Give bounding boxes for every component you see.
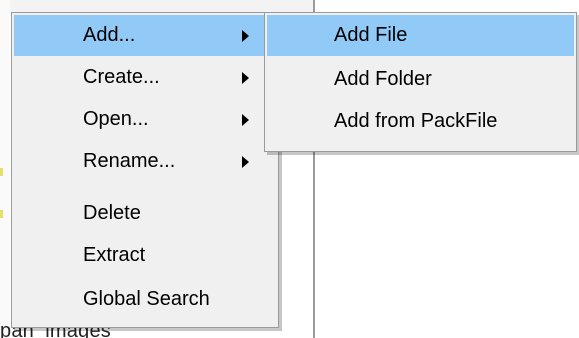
submenu-arrow-icon [242,29,249,42]
submenu-arrow-icon [242,155,249,168]
submenu-item-add-from-packfile[interactable]: Add from PackFile [267,101,574,142]
submenu-item-add-folder[interactable]: Add Folder [267,59,574,100]
submenu-item-add-file[interactable]: Add File [267,15,574,56]
screen: pan_images Add... Create... Open... Rena… [0,0,579,338]
menu-item-label: Rename... [83,150,176,172]
submenu-arrow-icon [242,113,249,126]
background-tree-margin [0,0,10,338]
menu-item-delete[interactable]: Delete [14,193,276,234]
submenu-item-label: Add from PackFile [334,110,498,132]
panel-divider[interactable] [313,150,315,338]
menu-item-label: Add... [83,24,136,46]
menu-item-label: Global Search [83,288,210,310]
menu-item-open[interactable]: Open... [14,99,276,140]
tree-marker-icon [0,168,3,176]
menu-item-extract[interactable]: Extract [14,235,276,276]
tree-marker-icon [0,210,3,218]
submenu-item-label: Add Folder [334,68,432,90]
menu-item-create[interactable]: Create... [14,57,276,98]
menu-item-label: Create... [83,66,160,88]
menu-item-label: Open... [83,108,149,130]
add-submenu: Add File Add Folder Add from PackFile [264,12,577,152]
menu-item-label: Extract [83,244,146,266]
submenu-arrow-icon [242,71,249,84]
menu-item-global-search[interactable]: Global Search [14,279,276,320]
menu-item-add[interactable]: Add... [14,15,276,56]
submenu-item-label: Add File [334,24,408,46]
panel-divider [313,0,315,12]
menu-item-label: Delete [83,202,141,224]
context-menu: Add... Create... Open... Rename... Delet… [11,12,279,328]
menu-item-rename[interactable]: Rename... [14,141,276,182]
